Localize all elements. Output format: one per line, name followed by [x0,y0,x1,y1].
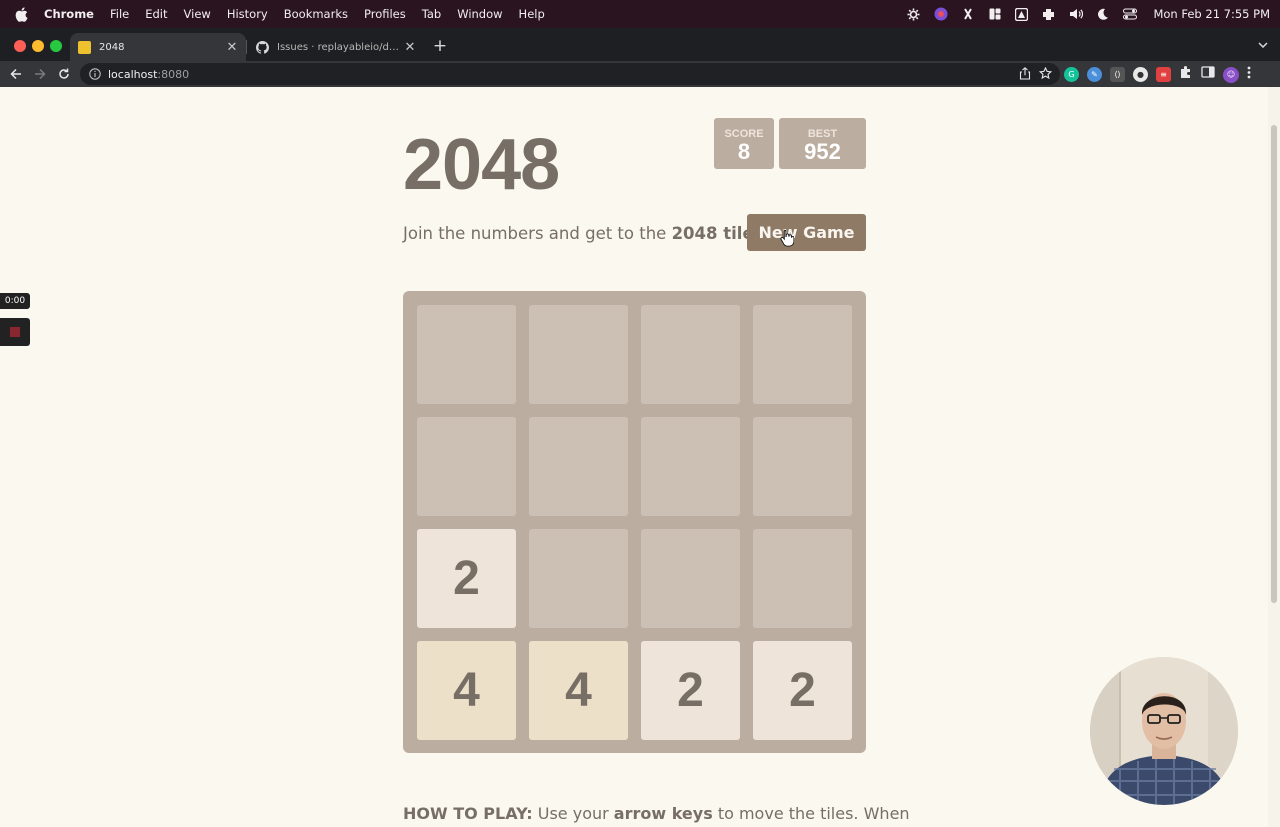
grid-cell [753,529,852,628]
tab-title: Issues · replayableio/demo-20 [277,41,402,53]
game-board[interactable]: 24422 [403,291,866,753]
url-host: localhost [108,67,158,81]
recording-stop-button[interactable] [0,318,30,346]
code-extension-icon[interactable]: ⟨⟩ [1110,67,1125,82]
grid-cell [641,305,740,404]
scrollbar-thumb[interactable] [1271,125,1277,603]
shortcut-status-icon[interactable] [960,7,975,22]
reload-icon[interactable] [54,64,74,84]
recording-timer: 0:00 [0,293,30,309]
menu-app-name[interactable]: Chrome [44,7,94,21]
grid-cell [529,305,628,404]
bookmark-star-icon[interactable] [1038,66,1053,83]
drive-status-icon[interactable] [1014,7,1029,22]
game-intro: Join the numbers and get to the 2048 til… [403,224,761,243]
menu-edit[interactable]: Edit [145,7,167,21]
forward-arrow-icon[interactable] [30,64,50,84]
tab-close-icon[interactable]: ✕ [402,39,418,55]
menu-view[interactable]: View [184,7,211,21]
gear-status-icon[interactable] [906,7,921,22]
tile-4: 4 [529,641,628,740]
github-icon [256,40,269,54]
browser-tab-strip: 2048 ✕ Issues · replayableio/demo-20 ✕ + [0,28,1280,61]
menu-help[interactable]: Help [519,7,545,21]
close-window-button[interactable] [14,40,26,52]
tile-2: 2 [641,641,740,740]
site-info-icon[interactable] [88,67,102,81]
control-center-icon[interactable] [1122,7,1137,22]
tab-close-icon[interactable]: ✕ [224,39,240,55]
grid-cell [529,417,628,516]
best-value: 952 [804,139,841,164]
tile-4: 4 [417,641,516,740]
grid-cell [641,417,740,516]
grid-cell [753,417,852,516]
moon-icon[interactable] [1095,7,1110,22]
tab-2048[interactable]: 2048 ✕ [70,33,246,61]
plugin-status-icon[interactable] [1041,7,1056,22]
how-to-play: HOW TO PLAY: Use your arrow keys to move… [403,804,910,823]
puzzle-extensions-icon[interactable] [1179,65,1193,84]
address-bar-actions [1019,66,1053,83]
grid-cell [529,529,628,628]
grammarly-extension-icon[interactable]: G [1064,67,1079,82]
tile-2: 2 [417,529,516,628]
howto-label: HOW TO PLAY: [403,804,533,823]
game-title: 2048 [403,125,560,205]
tile-2: 2 [753,641,852,740]
zoom-window-button[interactable] [50,40,62,52]
score-box: SCORE 8 [714,118,774,169]
new-tab-plus-icon[interactable]: + [430,36,450,56]
best-score-box: BEST 952 [779,118,866,169]
menu-tab[interactable]: Tab [422,7,441,21]
presenter-webcam-image [1090,657,1238,805]
side-panel-icon[interactable] [1201,65,1215,84]
macos-menu-bar: Chrome File Edit View History Bookmarks … [0,0,1280,28]
tab-search-chevron-icon[interactable] [1256,38,1270,52]
app-status-icon[interactable] [933,7,948,22]
url-port: :8080 [157,67,190,81]
menubar-status-area: Mon Feb 21 7:55 PM [906,0,1270,28]
grid-cell [417,305,516,404]
webcam-bubble[interactable] [1090,657,1238,805]
extension-icons: G ✎ ⟨⟩ ● ≡ ☺ [1064,65,1251,84]
menu-history[interactable]: History [227,7,268,21]
apple-icon[interactable] [12,5,30,23]
howto-text-cont: to move the tiles. When [712,804,910,823]
share-icon[interactable] [1019,67,1031,83]
back-arrow-icon[interactable] [6,64,26,84]
menu-profiles[interactable]: Profiles [364,7,406,21]
new-game-button[interactable]: New Game [747,214,866,251]
grid-cell [753,305,852,404]
layout-status-icon[interactable] [987,7,1002,22]
chrome-menu-kebab-icon[interactable] [1247,66,1251,84]
edit-extension-icon[interactable]: ✎ [1087,67,1102,82]
intro-text: Join the numbers and get to the [403,224,672,243]
grid-cell [641,529,740,628]
minimize-window-button[interactable] [32,40,44,52]
profile-avatar-icon[interactable]: ☺ [1223,66,1239,83]
menu-bookmarks[interactable]: Bookmarks [284,7,348,21]
menu-window[interactable]: Window [457,7,502,21]
tab-title: 2048 [99,41,125,53]
red-extension-icon[interactable]: ≡ [1156,67,1171,82]
page-scrollbar[interactable] [1268,87,1280,827]
menu-file[interactable]: File [110,7,129,21]
howto-arrow-keys: arrow keys [613,804,713,823]
tab-favicon-2048-icon [78,40,91,54]
menubar-clock[interactable]: Mon Feb 21 7:55 PM [1153,7,1270,21]
tab-separator [246,40,247,54]
volume-icon[interactable] [1068,7,1083,22]
address-bar[interactable]: localhost :8080 [80,63,1060,85]
stop-icon [10,327,20,337]
tab-github-issues[interactable]: Issues · replayableio/demo-20 ✕ [248,33,424,61]
score-value: 8 [737,139,751,164]
record-extension-icon[interactable]: ● [1133,67,1148,82]
howto-text: Use your [532,804,614,823]
browser-toolbar: localhost :8080 G ✎ ⟨⟩ ● ≡ ☺ [0,61,1280,87]
grid-cell [417,417,516,516]
page-viewport: 2048 SCORE 8 BEST 952 Join the numbers a… [0,87,1280,827]
